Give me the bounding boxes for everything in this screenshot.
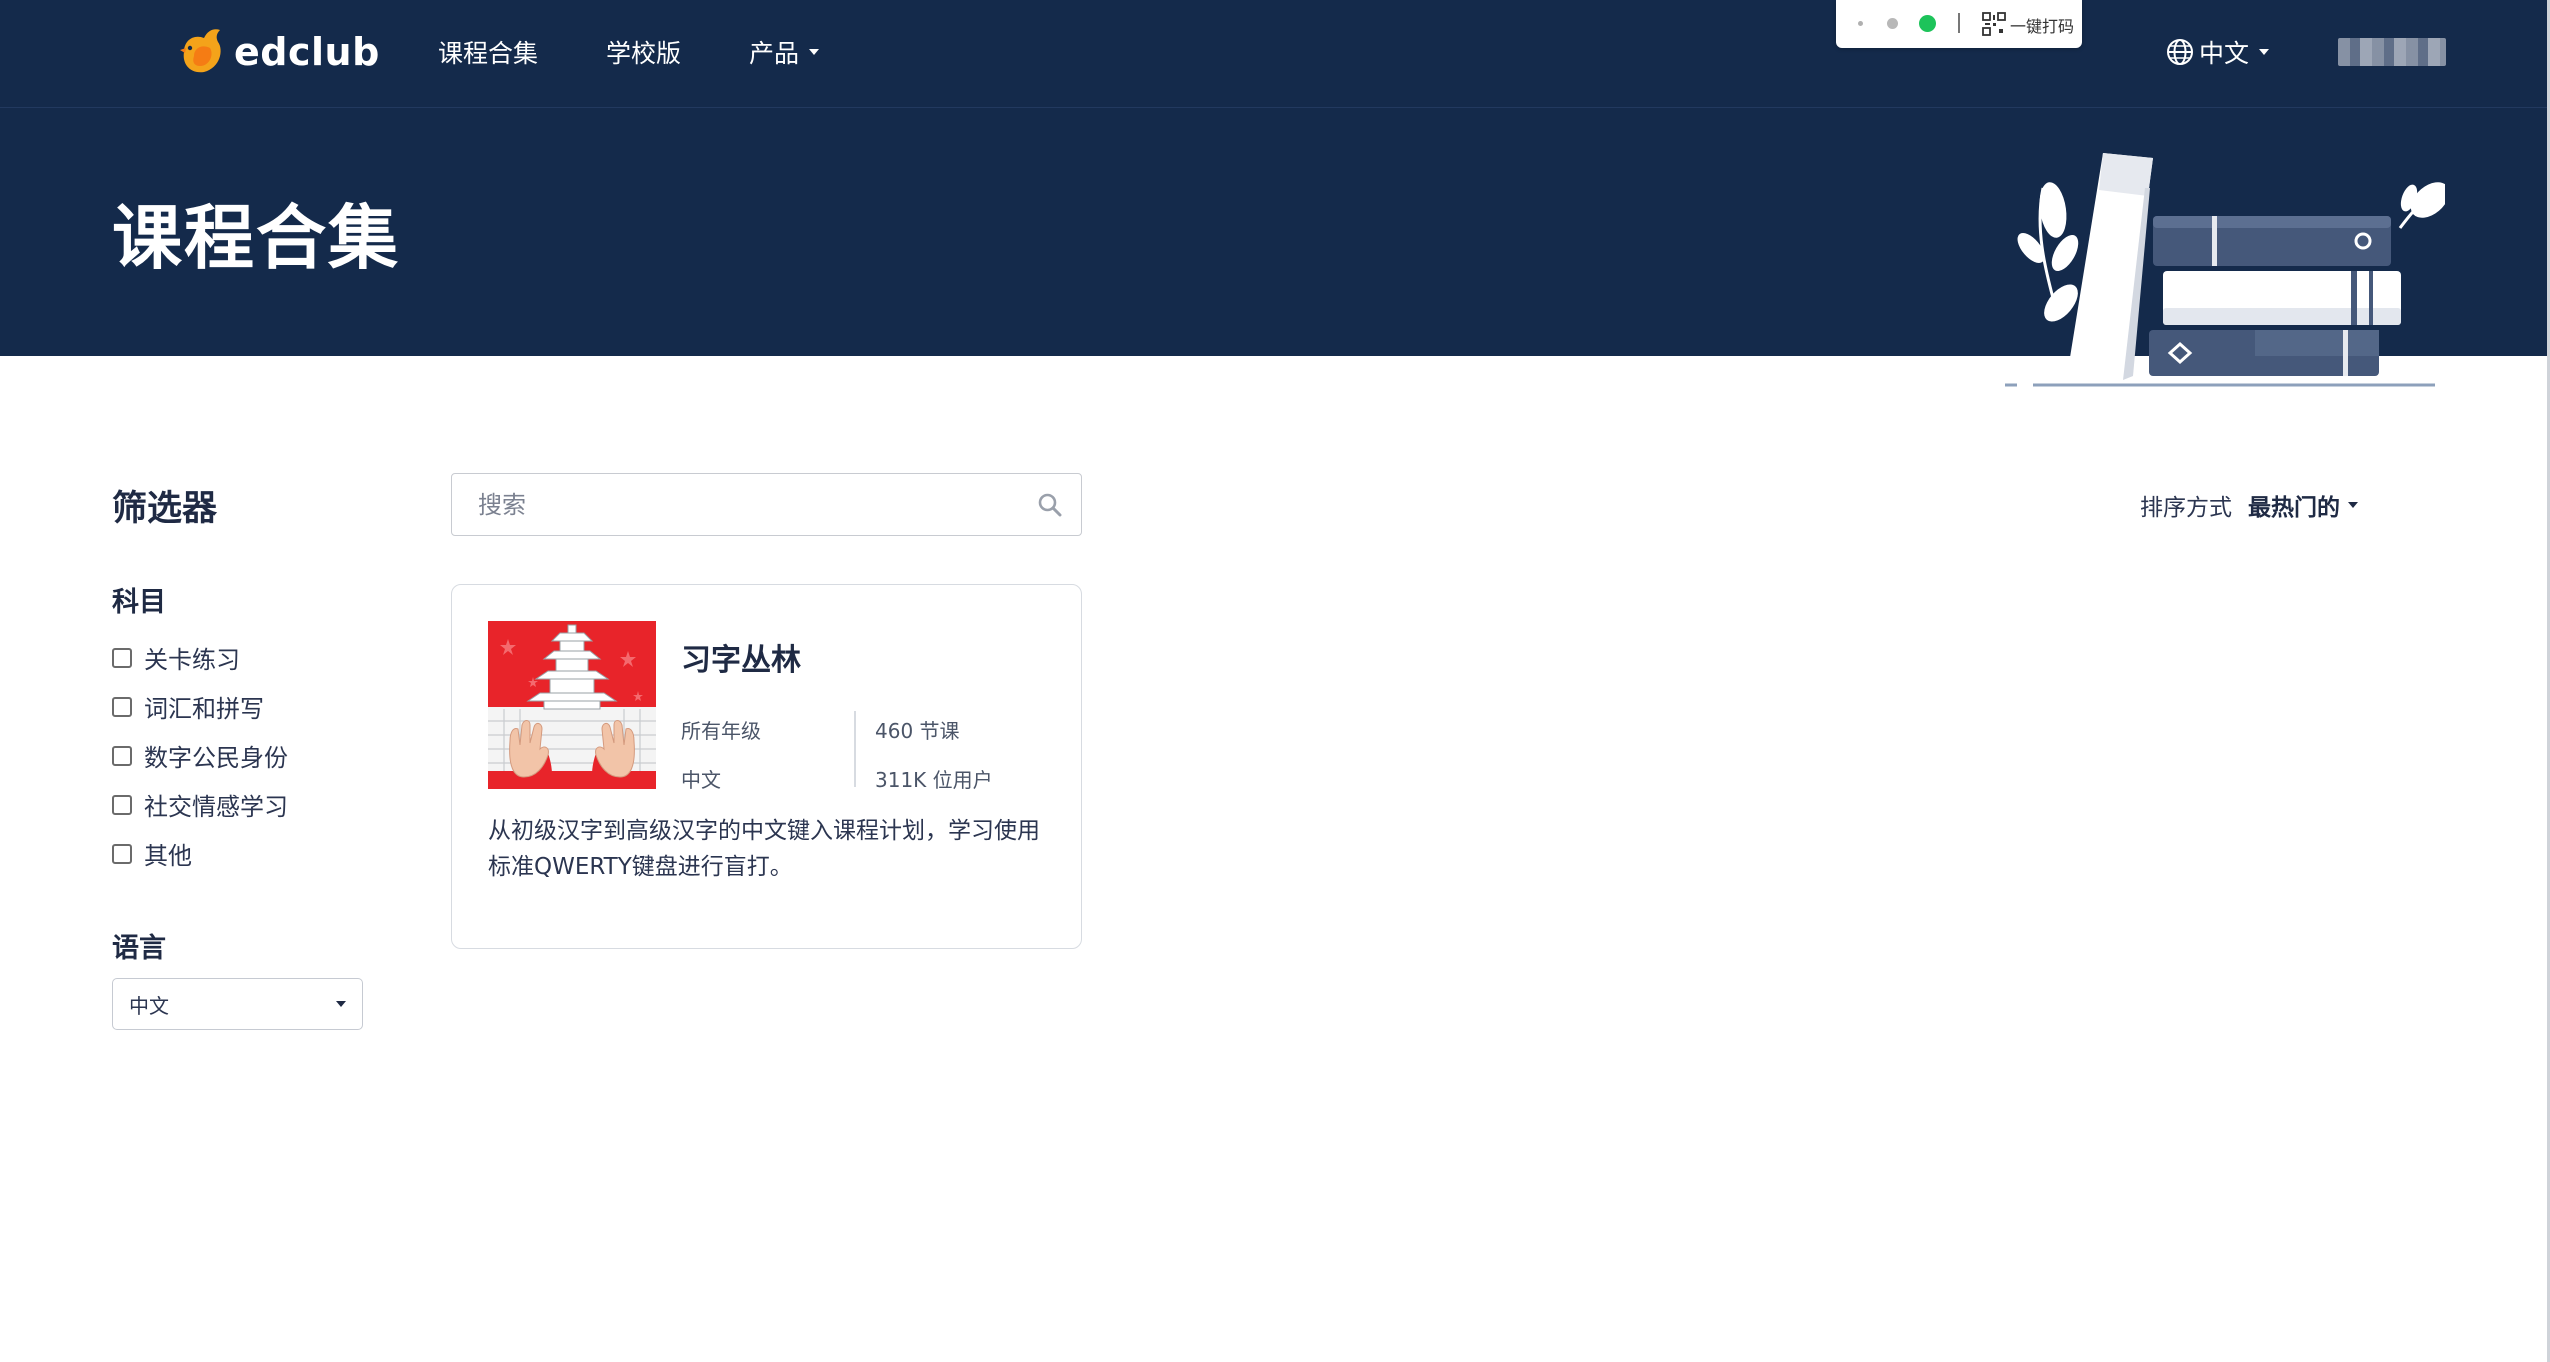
checkbox-label: 关卡练习 <box>144 646 240 674</box>
filter-subject-vocabulary-spelling[interactable]: 词汇和拼写 <box>112 689 264 724</box>
checkbox[interactable] <box>112 843 132 864</box>
nav-label: 课程合集 <box>438 39 539 68</box>
chevron-down-icon <box>809 49 820 55</box>
status-dot-icon <box>1858 21 1863 26</box>
checkbox[interactable] <box>112 696 132 717</box>
edclub-logo[interactable]: edclub <box>170 22 380 82</box>
filter-subject-social-emotional-learning[interactable]: 社交情感学习 <box>112 787 288 822</box>
chevron-down-icon <box>336 1001 346 1007</box>
sort-control: 排序方式 最热门的 <box>2140 488 2358 522</box>
one-click-mask-button[interactable]: 一键打码 <box>2010 13 2074 37</box>
status-dot-icon <box>1887 18 1898 29</box>
checkbox[interactable] <box>112 794 132 815</box>
language-switcher[interactable]: 中文 <box>2165 34 2270 70</box>
course-grade: 所有年级 <box>681 719 761 743</box>
course-language: 中文 <box>681 768 721 792</box>
checkbox[interactable] <box>112 745 132 766</box>
bird-logo-icon <box>180 29 221 73</box>
checkbox-label: 词汇和拼写 <box>144 695 264 723</box>
checkbox[interactable] <box>112 647 132 668</box>
chevron-down-icon <box>2259 49 2270 55</box>
nav-label: 产品 <box>749 39 800 68</box>
user-account-blurred[interactable] <box>2338 38 2446 66</box>
language-label: 中文 <box>2199 39 2250 68</box>
search-box <box>451 473 1082 536</box>
nav-products-dropdown[interactable]: 产品 <box>749 34 820 70</box>
qr-code-icon[interactable] <box>1982 12 2006 36</box>
top-navbar: edclub 课程合集 学校版 产品 中文 <box>0 0 2550 108</box>
page-title: 课程合集 <box>112 197 400 279</box>
filter-heading: 筛选器 <box>112 489 218 529</box>
language-heading: 语言 <box>112 933 166 964</box>
course-lessons: 460 节课 <box>875 719 960 743</box>
globe-icon <box>2167 39 2193 65</box>
status-dot-active-icon[interactable] <box>1919 15 1936 32</box>
language-select[interactable]: 中文 <box>112 978 363 1030</box>
course-title[interactable]: 习字丛林 <box>681 635 801 679</box>
nav-label: 学校版 <box>606 39 682 68</box>
sort-value: 最热门的 <box>2248 495 2340 521</box>
course-card[interactable]: 习字丛林 所有年级 460 节课 中文 311K 位用户 从初级汉字到高级汉字的… <box>451 584 1082 949</box>
language-select-value: 中文 <box>129 993 169 1018</box>
course-description: 从初级汉字到高级汉字的中文键入课程计划，学习使用标准QWERTY键盘进行盲打。 <box>488 818 1040 880</box>
search-icon[interactable] <box>1037 492 1063 518</box>
subject-heading: 科目 <box>112 587 166 618</box>
divider <box>1958 13 1960 33</box>
sort-dropdown[interactable]: 最热门的 <box>2248 488 2358 522</box>
logo-text: edclub <box>234 30 380 74</box>
course-thumbnail-pagoda-keyboard-icon <box>488 621 656 789</box>
course-users: 311K 位用户 <box>875 768 993 792</box>
filter-subject-digital-citizenship[interactable]: 数字公民身份 <box>112 738 288 773</box>
filter-subject-level-practice[interactable]: 关卡练习 <box>112 640 240 675</box>
nav-school-edition[interactable]: 学校版 <box>606 34 681 70</box>
checkbox-label: 数字公民身份 <box>144 744 288 772</box>
filter-subject-other[interactable]: 其他 <box>112 836 192 871</box>
checkbox-label: 社交情感学习 <box>144 793 288 821</box>
nav-course-collection[interactable]: 课程合集 <box>438 34 538 70</box>
search-input[interactable] <box>476 489 1020 520</box>
books-illustration-icon <box>2005 153 2445 387</box>
extension-toolbar: 一键打码 <box>1836 0 2082 48</box>
divider <box>854 711 856 787</box>
chevron-down-icon <box>2348 502 2358 508</box>
sort-label: 排序方式 <box>2140 495 2232 521</box>
checkbox-label: 其他 <box>144 842 192 870</box>
